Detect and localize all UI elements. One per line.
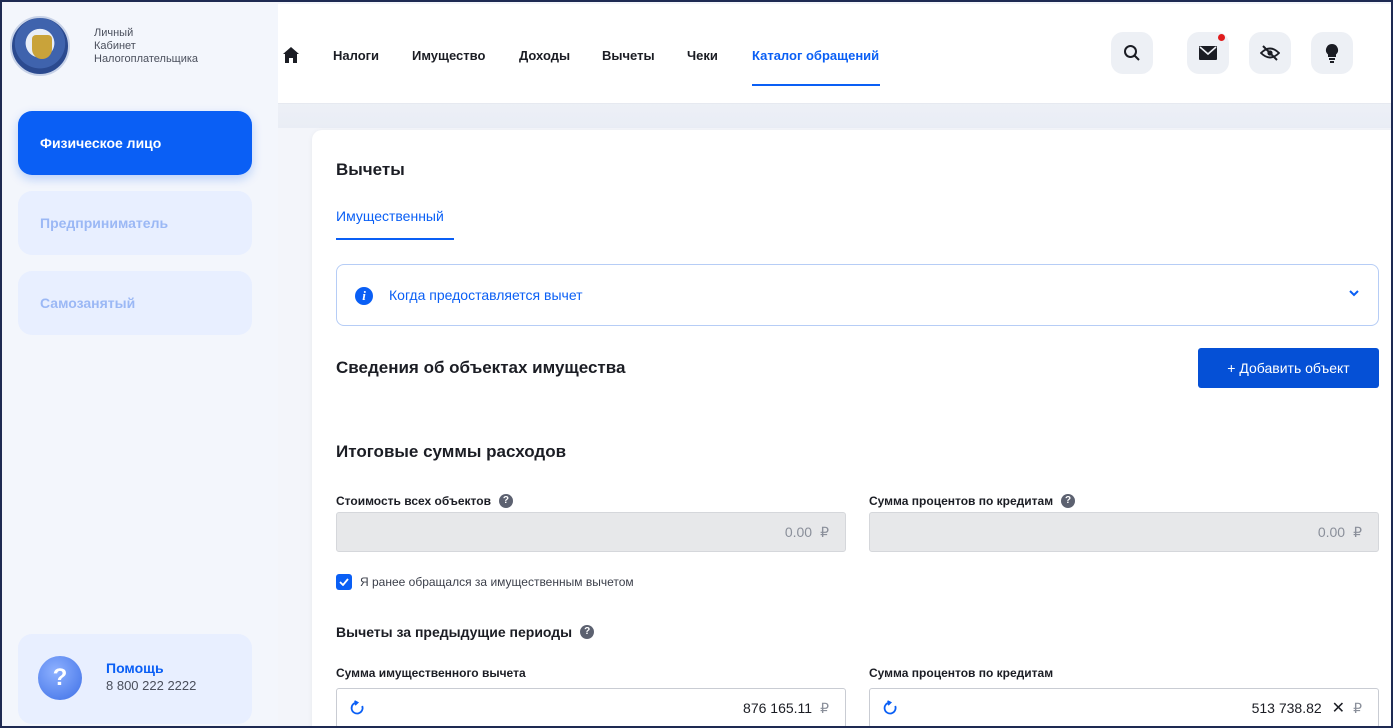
chevron-down-icon[interactable] <box>1346 285 1362 301</box>
fns-emblem-icon <box>10 16 70 76</box>
role-individual-button[interactable]: Физическое лицо <box>18 111 252 175</box>
nav-appeals-catalog[interactable]: Каталог обращений <box>752 48 879 63</box>
close-icon[interactable]: ✕ <box>1332 698 1345 718</box>
logo-line-3: Налогоплательщика <box>94 52 199 65</box>
role-self-employed-button[interactable]: Самозанятый <box>18 271 252 335</box>
eye-off-icon <box>1260 45 1280 61</box>
add-object-button[interactable]: + Добавить объект <box>1198 348 1379 388</box>
notification-dot <box>1218 34 1225 41</box>
deductions-card: Вычеты Имущественный i Когда предоставля… <box>312 130 1391 726</box>
interest-value: 0.00 <box>1317 524 1346 540</box>
cost-value: 0.00 <box>784 524 813 540</box>
prev-property-label: Сумма имущественного вычета <box>336 666 526 680</box>
tab-active-underline <box>336 238 454 240</box>
checkbox-label[interactable]: Я ранее обращался за имущественным вычет… <box>360 575 634 589</box>
search-button[interactable] <box>1111 32 1153 74</box>
tips-button[interactable] <box>1311 32 1353 74</box>
ruble-icon: ₽ <box>1353 523 1362 540</box>
nav-receipts[interactable]: Чеки <box>687 48 718 63</box>
help-tooltip-icon[interactable]: ? <box>1061 494 1076 508</box>
cost-label-text: Стоимость всех объектов <box>336 494 491 508</box>
ruble-icon: ₽ <box>820 523 829 540</box>
totals-section-title: Итоговые суммы расходов <box>336 442 567 461</box>
info-accordion-title[interactable]: Когда предоставляется вычет <box>389 287 583 303</box>
nav-property[interactable]: Имущество <box>412 48 485 63</box>
page-title: Вычеты <box>336 160 405 179</box>
sidebar: Личный Кабинет Налогоплательщика Физичес… <box>4 4 278 726</box>
prev-property-field[interactable]: 876 165.11 ₽ <box>336 688 846 726</box>
prev-interest-field[interactable]: 513 738.82 ✕ ₽ <box>869 688 1379 726</box>
interest-field: 0.00 ₽ <box>869 512 1379 552</box>
app-frame: Личный Кабинет Налогоплательщика Физичес… <box>0 0 1393 728</box>
deduction-info-accordion[interactable]: i Когда предоставляется вычет <box>336 264 1379 326</box>
search-icon <box>1124 45 1140 61</box>
envelope-icon <box>1199 46 1217 60</box>
top-navigation: Налоги Имущество Доходы Вычеты Чеки Ката… <box>278 4 1391 104</box>
lightbulb-icon <box>1325 43 1339 63</box>
interest-label-text: Сумма процентов по кредитам <box>869 494 1054 508</box>
role-entrepreneur-button[interactable]: Предприниматель <box>18 191 252 255</box>
refresh-icon[interactable] <box>349 700 365 716</box>
checkmark-icon <box>339 578 349 586</box>
home-icon[interactable] <box>282 46 300 64</box>
previous-deduction-checkbox[interactable] <box>336 574 352 590</box>
previous-deduction-checkbox-row[interactable]: Я ранее обращался за имущественным вычет… <box>336 574 634 590</box>
interest-label: Сумма процентов по кредитам ? <box>869 494 1076 508</box>
previous-periods-title: Вычеты за предыдущие периоды ? <box>336 624 595 640</box>
nav-income[interactable]: Доходы <box>519 48 570 63</box>
help-phone[interactable]: 8 800 222 2222 <box>106 678 196 693</box>
help-tooltip-icon[interactable]: ? <box>498 494 513 508</box>
help-tooltip-icon[interactable]: ? <box>580 625 595 639</box>
previous-periods-title-text: Вычеты за предыдущие периоды <box>336 624 573 640</box>
info-icon: i <box>355 287 373 305</box>
prev-property-value: 876 165.11 <box>743 700 813 716</box>
logo-line-2: Кабинет <box>94 39 136 52</box>
visibility-toggle-button[interactable] <box>1249 32 1291 74</box>
messages-button[interactable] <box>1187 32 1229 74</box>
nav-active-underline <box>752 84 880 86</box>
nav-deductions[interactable]: Вычеты <box>602 48 655 63</box>
ruble-icon: ₽ <box>820 699 829 716</box>
help-card[interactable]: ? Помощь 8 800 222 2222 <box>18 634 252 724</box>
logo-line-1: Личный <box>94 26 134 39</box>
help-title[interactable]: Помощь <box>106 660 164 676</box>
nav-taxes[interactable]: Налоги <box>333 48 379 63</box>
cost-field: 0.00 ₽ <box>336 512 846 552</box>
logo-block[interactable]: Личный Кабинет Налогоплательщика <box>10 16 198 76</box>
tab-property-deduction[interactable]: Имущественный <box>336 208 444 224</box>
logo-text: Личный Кабинет Налогоплательщика <box>94 27 198 66</box>
cost-label: Стоимость всех объектов ? <box>336 494 513 508</box>
ruble-icon: ₽ <box>1353 699 1362 716</box>
prev-interest-value: 513 738.82 <box>1251 700 1322 716</box>
prev-interest-label: Сумма процентов по кредитам <box>869 666 1054 680</box>
refresh-icon[interactable] <box>882 700 898 716</box>
objects-section-title: Сведения об объектах имущества <box>336 358 626 377</box>
help-question-icon: ? <box>38 656 82 700</box>
